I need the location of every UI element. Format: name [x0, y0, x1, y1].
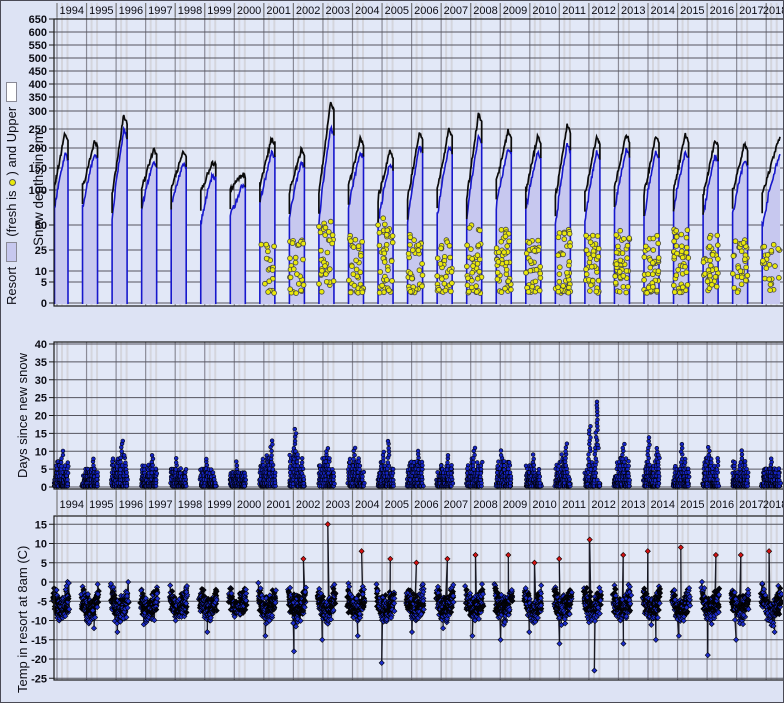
days-axis-title: Days since new snow	[15, 353, 30, 478]
temp-axis-title: Temp in resort at 8am (C)	[15, 546, 30, 693]
snow-axis-title: Snow depths in cm	[31, 132, 46, 246]
year-label: 2011	[562, 499, 586, 511]
year-label: 2013	[621, 5, 645, 17]
year-label: 2006	[414, 499, 438, 511]
year-label: 1994	[60, 5, 84, 17]
year-label: 2010	[532, 499, 556, 511]
legend-fresh-dot-icon	[9, 179, 16, 186]
year-label: 2004	[355, 499, 379, 511]
year-label: 2003	[325, 499, 349, 511]
y-tick-label: 15	[35, 428, 47, 440]
y-tick-label: 0	[41, 577, 47, 589]
y-tick-label: 300	[29, 106, 47, 118]
year-label: 2001	[266, 5, 290, 17]
legend-upper-swatch	[6, 82, 17, 102]
y-tick-label: 10	[35, 539, 47, 551]
year-label: 1996	[119, 5, 143, 17]
year-label: 2003	[325, 5, 349, 17]
year-label: 1997	[148, 499, 172, 511]
year-label: 2015	[680, 5, 704, 17]
chart-canvas: 0510255010015020025030035040045050055060…	[1, 1, 784, 703]
y-tick-label: 20	[35, 411, 47, 423]
year-label: 2000	[237, 499, 261, 511]
year-label: 1995	[89, 5, 113, 17]
year-label: 2016	[710, 5, 734, 17]
year-label: 1997	[148, 5, 172, 17]
y-tick-label: -20	[31, 654, 47, 666]
y-tick-label: 450	[29, 66, 47, 78]
snow-axis-legend: Resort (fresh is ) and Upper	[4, 77, 19, 305]
y-tick-label: 500	[29, 53, 47, 65]
year-label: 1998	[178, 499, 202, 511]
year-label: 2006	[414, 5, 438, 17]
year-label: 2004	[355, 5, 379, 17]
y-tick-label: -15	[31, 635, 47, 647]
y-tick-label: 600	[29, 27, 47, 39]
y-tick-label: 30	[35, 375, 47, 387]
year-label: 2009	[503, 5, 527, 17]
year-label: 2005	[385, 5, 409, 17]
year-label: 2011	[562, 5, 586, 17]
y-tick-label: 0	[41, 482, 47, 494]
y-tick-label: 400	[29, 79, 47, 91]
y-tick-label: 5	[41, 277, 47, 289]
year-label: 2000	[237, 5, 261, 17]
year-label: 1998	[178, 5, 202, 17]
y-tick-label: 10	[35, 266, 47, 278]
year-label: 2001	[266, 499, 290, 511]
year-label: 2012	[591, 5, 615, 17]
legend-fresh-label-open: (fresh is	[4, 190, 19, 236]
year-label: 2010	[532, 5, 556, 17]
year-label: 2007	[444, 499, 468, 511]
year-label: 2012	[591, 499, 615, 511]
y-tick-label: 35	[35, 357, 47, 369]
y-tick-label: 15	[35, 519, 47, 531]
snow-history-chart: 0510255010015020025030035040045050055060…	[0, 0, 784, 703]
y-tick-label: 40	[35, 339, 47, 351]
year-label: 2014	[651, 5, 675, 17]
y-tick-label: -25	[31, 673, 47, 685]
year-label: 2013	[621, 499, 645, 511]
year-label: 2007	[444, 5, 468, 17]
year-label: 2002	[296, 499, 320, 511]
year-label: 2018	[763, 499, 784, 511]
year-label: 2009	[503, 499, 527, 511]
year-label: 2014	[651, 499, 675, 511]
legend-resort-swatch	[6, 242, 17, 262]
y-tick-label: 350	[29, 92, 47, 104]
y-tick-label: 650	[29, 14, 47, 26]
year-label: 2017	[739, 5, 763, 17]
year-label: 2016	[710, 499, 734, 511]
y-tick-label: 5	[41, 464, 47, 476]
y-tick-label: 0	[41, 298, 47, 310]
year-label: 1999	[207, 499, 231, 511]
year-label: 2018	[763, 5, 784, 17]
y-tick-label: 5	[41, 558, 47, 570]
y-tick-label: 10	[35, 446, 47, 458]
year-label: 1994	[60, 499, 84, 511]
y-tick-label: -10	[31, 616, 47, 628]
year-label: 1996	[119, 499, 143, 511]
year-label: 1995	[89, 499, 113, 511]
legend-upper-label: ) and Upper	[4, 107, 19, 176]
year-label: 2017	[739, 499, 763, 511]
y-tick-label: -5	[37, 596, 47, 608]
y-tick-label: 25	[35, 393, 47, 405]
year-label: 2005	[385, 499, 409, 511]
year-label: 2015	[680, 499, 704, 511]
year-label: 2002	[296, 5, 320, 17]
y-tick-label: 550	[29, 40, 47, 52]
year-label: 2008	[473, 5, 497, 17]
y-tick-label: 25	[35, 245, 47, 257]
legend-resort-label: Resort	[4, 267, 19, 305]
year-label: 2008	[473, 499, 497, 511]
year-label: 1999	[207, 5, 231, 17]
